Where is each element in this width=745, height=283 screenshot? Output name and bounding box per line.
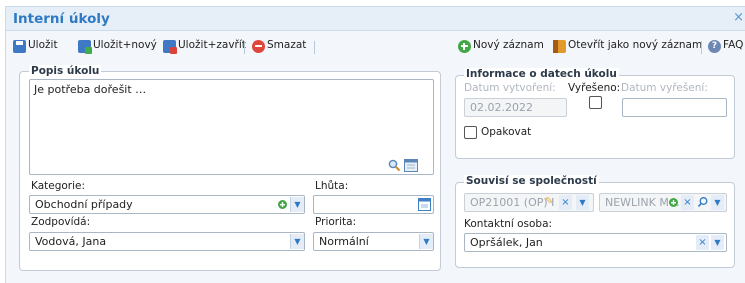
created-date-field: 02.02.2022 bbox=[464, 98, 567, 117]
clear-icon[interactable]: × bbox=[681, 195, 694, 210]
resolved-date-label: Datum vyřešení: bbox=[621, 82, 708, 94]
new-record-button[interactable]: Nový záznam bbox=[473, 39, 544, 51]
open-as-new-button[interactable]: Otevřít jako nový záznam bbox=[568, 39, 702, 51]
contact-value: Opršálek, Jan bbox=[470, 236, 543, 249]
contact-label: Kontaktní osoba: bbox=[464, 218, 553, 230]
company-code-field[interactable]: OP21001 (OP) I ✎ × ▼ bbox=[464, 193, 594, 212]
description-legend: Popis úkolu bbox=[29, 65, 102, 77]
resolved-label: Vyřešeno: bbox=[568, 82, 621, 94]
toolbar-divider bbox=[701, 41, 702, 54]
responsible-value: Vodová, Jana bbox=[35, 235, 107, 248]
contact-select[interactable]: Opršálek, Jan × ▼ bbox=[464, 233, 727, 252]
search-icon[interactable] bbox=[697, 196, 709, 208]
priority-select[interactable]: Normální ▼ bbox=[313, 232, 434, 251]
created-date-value: 02.02.2022 bbox=[470, 101, 533, 114]
save-close-button[interactable]: Uložit+zavřít bbox=[178, 39, 246, 51]
delete-button[interactable]: Smazat bbox=[267, 39, 306, 51]
clear-icon[interactable]: × bbox=[559, 195, 572, 210]
save-button[interactable]: Uložit bbox=[28, 39, 58, 51]
category-select[interactable]: Obchodní případy ▼ bbox=[29, 195, 305, 214]
chevron-down-icon[interactable]: ▼ bbox=[290, 197, 304, 212]
toolbar-divider bbox=[314, 41, 315, 54]
save-new-icon bbox=[78, 40, 92, 54]
toolbar: Uložit Uložit+nový Uložit+zavřít Smazat … bbox=[6, 32, 745, 59]
related-company-legend: Souvisí se společností bbox=[464, 175, 599, 187]
window-title: Interní úkoly bbox=[13, 11, 110, 27]
calendar-icon[interactable] bbox=[404, 159, 418, 172]
responsible-label: Zodpovídá: bbox=[31, 216, 91, 228]
close-icon[interactable]: × bbox=[733, 10, 744, 25]
task-dates-legend: Informace o datech úkolu bbox=[464, 68, 619, 80]
deadline-label: Lhůta: bbox=[315, 180, 349, 192]
toolbar-divider bbox=[244, 41, 245, 54]
pencil-icon[interactable]: ✎ bbox=[545, 196, 553, 207]
add-icon[interactable] bbox=[668, 197, 679, 208]
company-code-value: OP21001 (OP) I bbox=[470, 196, 555, 209]
save-close-icon bbox=[163, 40, 177, 54]
chevron-down-icon[interactable]: ▼ bbox=[419, 234, 433, 249]
description-text: Je potřeba dořešit … bbox=[34, 83, 147, 96]
faq-button[interactable]: FAQ bbox=[723, 39, 743, 51]
resolved-date-field[interactable] bbox=[622, 98, 727, 117]
chevron-down-icon[interactable]: ▼ bbox=[290, 234, 304, 249]
save-icon bbox=[13, 40, 26, 53]
category-label: Kategorie: bbox=[31, 180, 86, 192]
search-icon[interactable] bbox=[388, 159, 401, 172]
plus-circle-icon bbox=[458, 40, 471, 53]
company-name-field[interactable]: NEWLINK M… × ▼ bbox=[599, 193, 727, 212]
clear-icon[interactable]: × bbox=[696, 235, 709, 250]
resolved-checkbox[interactable] bbox=[589, 96, 602, 109]
delete-icon bbox=[252, 40, 265, 53]
calendar-icon[interactable] bbox=[418, 198, 431, 211]
open-as-new-icon bbox=[553, 40, 566, 53]
chevron-down-icon[interactable]: ▼ bbox=[576, 195, 589, 210]
save-new-button[interactable]: Uložit+nový bbox=[93, 39, 157, 51]
add-icon[interactable] bbox=[277, 199, 288, 210]
deadline-input[interactable] bbox=[313, 195, 434, 214]
priority-label: Priorita: bbox=[315, 216, 357, 228]
help-icon: ? bbox=[708, 40, 721, 53]
repeat-checkbox[interactable] bbox=[464, 126, 477, 139]
category-value: Obchodní případy bbox=[35, 198, 133, 211]
repeat-label: Opakovat bbox=[481, 126, 532, 138]
title-bar: Interní úkoly × bbox=[6, 7, 745, 31]
description-textarea[interactable]: Je potřeba dořešit … bbox=[29, 79, 434, 175]
chevron-down-icon[interactable]: ▼ bbox=[711, 235, 724, 250]
priority-value: Normální bbox=[319, 235, 369, 248]
created-date-label: Datum vytvoření: bbox=[464, 82, 556, 94]
chevron-down-icon[interactable]: ▼ bbox=[711, 195, 724, 210]
responsible-select[interactable]: Vodová, Jana ▼ bbox=[29, 232, 305, 251]
